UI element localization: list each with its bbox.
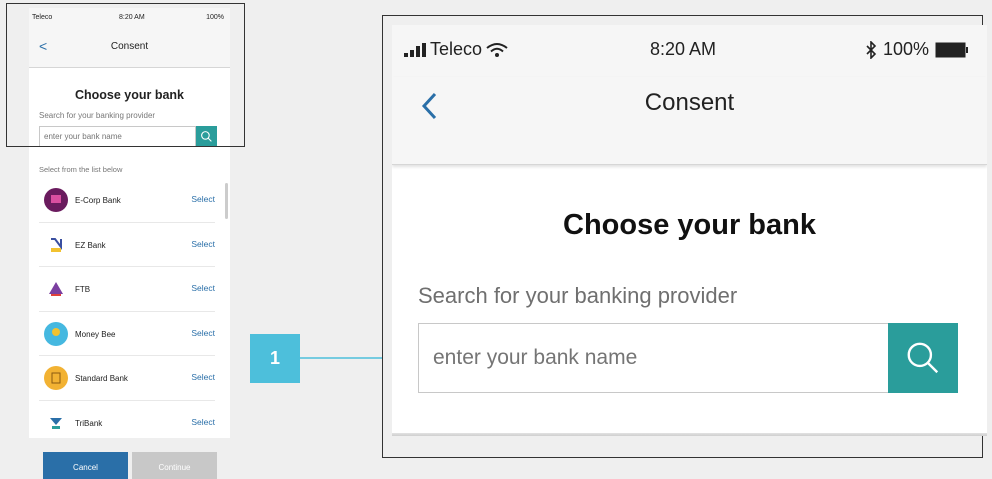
list-item[interactable]: FTB Select — [39, 267, 215, 312]
carrier-label: Teleco — [430, 39, 483, 59]
ez-bank-logo-icon — [43, 232, 69, 258]
tribank-logo-icon — [43, 410, 69, 436]
page-title: Consent — [644, 89, 735, 116]
select-link[interactable]: Select — [191, 239, 215, 249]
callout-badge: 1 — [250, 334, 300, 383]
bottom-shadow — [392, 433, 987, 436]
choose-bank-heading: Choose your bank — [563, 209, 816, 241]
signal-icon — [404, 42, 426, 57]
continue-button[interactable]: Continue — [132, 452, 217, 479]
bluetooth-icon — [866, 40, 877, 59]
search-label: Search for your banking provider — [418, 283, 738, 308]
footer-bar: Cancel Continue — [29, 438, 230, 479]
bank-name: EZ Bank — [75, 240, 106, 250]
search-icon — [907, 342, 939, 374]
bank-name: FTB — [75, 285, 91, 294]
battery-indicator: 100% — [865, 39, 969, 60]
bank-name: E-Corp Bank — [75, 196, 121, 205]
battery-icon — [935, 42, 968, 57]
status-bar: Teleco 8:20 AM 100% — [392, 25, 987, 77]
highlight-frame — [6, 3, 245, 147]
bank-name: Standard Bank — [75, 374, 128, 383]
battery-label: 100% — [882, 39, 929, 59]
select-link[interactable]: Select — [191, 372, 215, 382]
bank-list: E-Corp Bank Select EZ Bank Select FTB Se… — [29, 178, 230, 445]
ftb-logo-icon — [43, 276, 69, 302]
cancel-button[interactable]: Cancel — [43, 452, 128, 479]
standard-bank-logo-icon — [43, 365, 69, 391]
bank-name: TriBank — [75, 418, 103, 428]
clock-label: 8:20 AM — [650, 39, 717, 59]
e-corp-logo-icon — [43, 187, 69, 213]
list-item[interactable]: E-Corp Bank Select — [39, 178, 215, 223]
zoomed-screen: Teleco 8:20 AM 100% Consent Choose your … — [392, 25, 987, 436]
select-link[interactable]: Select — [191, 194, 215, 204]
wifi-icon — [486, 42, 508, 57]
list-item[interactable]: Money Bee Select — [39, 312, 215, 356]
list-label: Select from the list below — [39, 165, 123, 174]
select-link[interactable]: Select — [191, 283, 215, 293]
select-link[interactable]: Select — [191, 417, 215, 427]
search-button[interactable] — [888, 323, 958, 393]
carrier-indicator: Teleco — [404, 39, 508, 60]
list-item[interactable]: EZ Bank Select — [39, 223, 215, 267]
bank-name: Money Bee — [75, 329, 116, 339]
bank-search-input[interactable] — [418, 323, 889, 393]
money-bee-logo-icon — [43, 321, 69, 347]
nav-bar: Consent — [392, 77, 987, 165]
list-item[interactable]: Standard Bank Select — [39, 356, 215, 401]
select-link[interactable]: Select — [191, 328, 215, 338]
